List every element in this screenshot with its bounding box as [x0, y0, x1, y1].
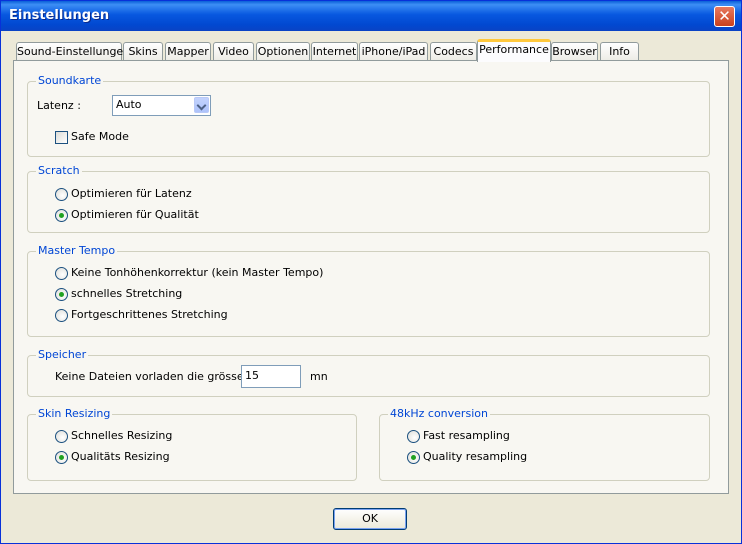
tab-skins[interactable]: Skins [123, 42, 163, 61]
speicher-unit: mn [310, 370, 328, 383]
tab-mapper[interactable]: Mapper [165, 42, 211, 61]
conversion-group: 48kHz conversion [379, 407, 710, 481]
master-tempo-none-label: Keine Tonhöhenkorrektur (kein Master Tem… [71, 266, 324, 279]
skin-resizing-group: Skin Resizing [27, 407, 357, 481]
skin-resizing-group-title: Skin Resizing [36, 407, 113, 421]
tab-video[interactable]: Video [213, 42, 254, 61]
latenz-select[interactable]: Auto [112, 95, 211, 116]
safe-mode-label: Safe Mode [71, 130, 129, 143]
settings-window: Einstellungen ✕ Sound-Einstellungen Skin… [0, 0, 742, 544]
safe-mode-checkbox[interactable] [55, 131, 68, 144]
scratch-qualitaet-label: Optimieren für Qualität [71, 208, 199, 221]
conversion-quality-label: Quality resampling [423, 450, 528, 463]
chevron-down-icon[interactable] [194, 97, 209, 113]
conversion-fast-radio[interactable] [407, 430, 420, 443]
tab-codecs[interactable]: Codecs [430, 42, 477, 61]
master-tempo-advanced-label: Fortgeschrittenes Stretching [71, 308, 228, 321]
tab-sound-einstellungen[interactable]: Sound-Einstellungen [16, 42, 130, 61]
master-tempo-fast-radio[interactable] [55, 288, 68, 301]
scratch-latenz-radio[interactable] [55, 188, 68, 201]
master-tempo-group-title: Master Tempo [36, 244, 118, 258]
conversion-quality-radio[interactable] [407, 451, 420, 464]
performance-panel: Soundkarte Latenz : Auto Safe Mode Scrat… [13, 60, 729, 494]
master-tempo-advanced-radio[interactable] [55, 309, 68, 322]
close-icon: ✕ [718, 7, 731, 25]
skin-resizing-fast-radio[interactable] [55, 430, 68, 443]
tab-info[interactable]: Info [600, 42, 639, 61]
skin-resizing-quality-radio[interactable] [55, 451, 68, 464]
conversion-group-title: 48kHz conversion [388, 407, 490, 421]
ok-button[interactable]: OK [333, 508, 407, 530]
speicher-group-title: Speicher [36, 348, 89, 362]
tab-browser[interactable]: Browser [551, 42, 598, 61]
tab-performance[interactable]: Performance [477, 39, 551, 62]
master-tempo-fast-label: schnelles Stretching [71, 287, 183, 300]
latenz-label: Latenz : [37, 99, 81, 112]
skin-resizing-fast-label: Schnelles Resizing [71, 429, 173, 442]
soundkarte-group-title: Soundkarte [36, 74, 104, 88]
conversion-fast-label: Fast resampling [423, 429, 510, 442]
scratch-qualitaet-radio[interactable] [55, 209, 68, 222]
tab-iphone-ipad[interactable]: iPhone/iPad [359, 42, 428, 61]
latenz-select-value: Auto [116, 98, 142, 111]
master-tempo-none-radio[interactable] [55, 267, 68, 280]
window-title: Einstellungen [9, 8, 110, 23]
tab-internet[interactable]: Internet [311, 42, 358, 61]
title-bar[interactable]: Einstellungen ✕ [1, 1, 741, 31]
speicher-label: Keine Dateien vorladen die grösser [55, 370, 249, 383]
tab-optionen[interactable]: Optionen [256, 42, 310, 61]
preload-size-input[interactable]: 15 [241, 365, 301, 388]
soundkarte-group: Soundkarte [27, 74, 710, 157]
close-button[interactable]: ✕ [714, 6, 735, 27]
scratch-group: Scratch [27, 164, 710, 233]
scratch-latenz-label: Optimieren für Latenz [71, 187, 192, 200]
scratch-group-title: Scratch [36, 164, 82, 178]
skin-resizing-quality-label: Qualitäts Resizing [71, 450, 170, 463]
